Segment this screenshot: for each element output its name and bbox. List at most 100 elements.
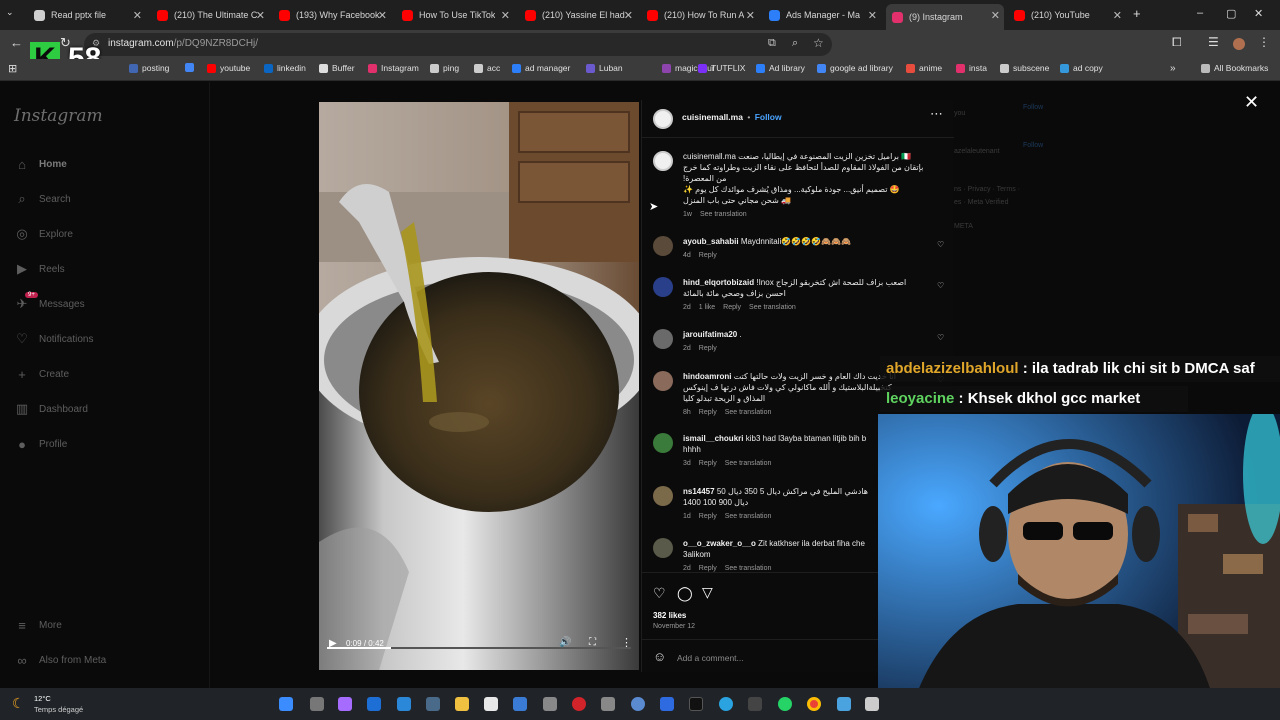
new-tab-icon[interactable]: + [1133, 6, 1141, 21]
browser-tab[interactable]: Ads Manager - Ma ✕ [763, 4, 881, 26]
window-close-icon[interactable]: ✕ [1254, 7, 1263, 20]
reply-button[interactable]: Reply [699, 565, 717, 572]
sidebar-item-dashboard[interactable]: ▥ Dashboard [14, 401, 88, 417]
commenter-avatar[interactable] [653, 277, 673, 297]
sidebar-item-messages[interactable]: ✈ Messages [14, 296, 85, 312]
bookmark-item[interactable]: ping [430, 63, 459, 73]
comment-username[interactable]: ismail__choukri [683, 434, 743, 443]
taskbar-app-icon[interactable] [426, 697, 440, 711]
comment-like-heart-icon[interactable]: ♡ [937, 333, 944, 342]
back-icon[interactable]: ← [10, 35, 23, 50]
see-translation-link[interactable]: See translation [700, 211, 747, 218]
volume-icon[interactable]: 🔊 [559, 637, 571, 648]
bookmark-item[interactable]: insta [956, 63, 987, 73]
reply-button[interactable]: Reply [699, 345, 717, 352]
browser-tab[interactable]: How To Use TikTok ✕ [396, 4, 514, 26]
reply-button[interactable]: Reply [723, 304, 741, 311]
comment-username[interactable]: jarouifatima20 [683, 330, 737, 339]
file-explorer-icon[interactable] [455, 697, 469, 711]
bookmark-item[interactable]: subscene [1000, 63, 1049, 73]
likes-count[interactable]: 382 likes [653, 611, 686, 620]
tiktok-icon[interactable] [689, 697, 703, 711]
tab-close-icon[interactable]: ✕ [256, 9, 265, 22]
reply-button[interactable]: Reply [699, 460, 717, 467]
close-modal-icon[interactable]: ✕ [1244, 92, 1259, 113]
sidebar-item-home[interactable]: ⌂ Home [14, 156, 67, 172]
maximize-icon[interactable]: ▢ [1226, 7, 1236, 20]
tab-close-icon[interactable]: ✕ [133, 9, 142, 22]
taskbar-app-icon[interactable] [484, 697, 498, 711]
reading-list-icon[interactable]: ☰ [1208, 35, 1219, 49]
video-options-icon[interactable]: ⋮ [621, 636, 632, 649]
commenter-avatar[interactable] [653, 329, 673, 349]
bookmark-item[interactable]: Instagram [368, 63, 419, 73]
bookmark-item[interactable]: anime [906, 63, 942, 73]
taskbar-app-icon[interactable] [837, 697, 851, 711]
sidebar-item-profile[interactable]: ● Profile [14, 436, 67, 452]
taskbar-app-icon[interactable] [367, 697, 381, 711]
browser-tab[interactable]: (9) Instagram ✕ [886, 4, 1004, 30]
play-icon[interactable]: ▶ [329, 638, 337, 649]
commenter-avatar[interactable] [653, 538, 673, 558]
task-view-icon[interactable] [310, 697, 324, 711]
comment-username[interactable]: ns14457 [683, 487, 715, 496]
emoji-icon[interactable]: ☺ [653, 649, 666, 664]
bookmark-item[interactable]: linkedin [264, 63, 306, 73]
add-comment-input[interactable]: Add a comment... [677, 653, 744, 663]
address-field[interactable]: ⚙ instagram.com/p/DQ9NZR8DCHj/ ⧉ ⌕ ☆ [84, 33, 832, 56]
comment-like-heart-icon[interactable]: ♡ [937, 240, 944, 249]
post-author-avatar[interactable] [653, 109, 673, 129]
see-translation-link[interactable]: See translation [725, 513, 772, 520]
tab-close-icon[interactable]: ✕ [501, 9, 510, 22]
browser-tab[interactable]: Read pptx file ✕ [28, 4, 146, 26]
bookmark-item[interactable]: posting [129, 63, 169, 73]
comment-likes[interactable]: 1 like [699, 304, 715, 311]
apps-grid-icon[interactable]: ⊞ [8, 62, 17, 75]
bookmark-item[interactable]: youtube [207, 63, 250, 73]
browser-menu-icon[interactable]: ⋮ [1258, 35, 1270, 49]
start-icon[interactable] [279, 697, 293, 711]
sidebar-item-search[interactable]: ⌕ Search [14, 191, 70, 207]
browser-tab[interactable]: (210) Yassine El had ✕ [519, 4, 637, 26]
taskbar-app-icon[interactable] [631, 697, 645, 711]
tab-close-icon[interactable]: ✕ [378, 9, 387, 22]
taskbar-app-icon[interactable] [865, 697, 879, 711]
minimize-icon[interactable]: – [1197, 7, 1203, 19]
bookmark-item[interactable]: TUTFLIX [698, 63, 745, 73]
instagram-logo[interactable]: Instagram [14, 106, 103, 126]
tab-close-icon[interactable]: ✕ [746, 9, 755, 22]
tab-close-icon[interactable]: ✕ [1113, 9, 1122, 22]
caption-avatar[interactable] [653, 151, 673, 171]
reply-button[interactable]: Reply [699, 513, 717, 520]
commenter-avatar[interactable] [653, 371, 673, 391]
browser-tab[interactable]: (193) Why Facebook ✕ [273, 4, 391, 26]
taskbar-app-icon[interactable] [338, 697, 352, 711]
post-author-username[interactable]: cuisinemall.ma [682, 112, 743, 122]
tab-search-icon[interactable]: ⌄ [6, 7, 14, 18]
commenter-avatar[interactable] [653, 486, 673, 506]
fullscreen-icon[interactable]: ⛶ [589, 637, 596, 648]
all-bookmarks[interactable]: All Bookmarks [1201, 63, 1268, 73]
post-video[interactable]: ▶ 0:09 / 0:42 🔊 ⛶ ⋮ [319, 102, 639, 670]
browser-tab[interactable]: (210) YouTube ✕ [1008, 4, 1126, 26]
chrome-icon[interactable] [807, 697, 821, 711]
taskbar-app-icon[interactable] [601, 697, 615, 711]
commenter-avatar[interactable] [653, 433, 673, 453]
more-options-icon[interactable]: ⋯ [930, 106, 943, 122]
bookmark-item[interactable]: Ad library [756, 63, 805, 73]
taskbar-app-icon[interactable] [748, 697, 762, 711]
reply-button[interactable]: Reply [699, 409, 717, 416]
bookmark-item[interactable]: google ad library [817, 63, 893, 73]
see-translation-link[interactable]: See translation [725, 565, 772, 572]
zoom-icon[interactable]: ⌕ [792, 37, 798, 50]
extensions-puzzle-icon[interactable]: ⧠ [1172, 35, 1182, 50]
browser-tab[interactable]: (210) How To Run A ✕ [641, 4, 759, 26]
bookmark-item[interactable]: Buffer [319, 63, 355, 73]
profile-avatar[interactable] [1233, 38, 1245, 50]
settings-icon[interactable] [543, 697, 557, 711]
follow-button[interactable]: Follow [755, 112, 782, 122]
comment-username[interactable]: ayoub_sahabii [683, 237, 739, 246]
tab-close-icon[interactable]: ✕ [624, 9, 633, 22]
bookmark-item[interactable]: ad manager [512, 63, 570, 73]
tab-close-icon[interactable]: ✕ [868, 9, 877, 22]
